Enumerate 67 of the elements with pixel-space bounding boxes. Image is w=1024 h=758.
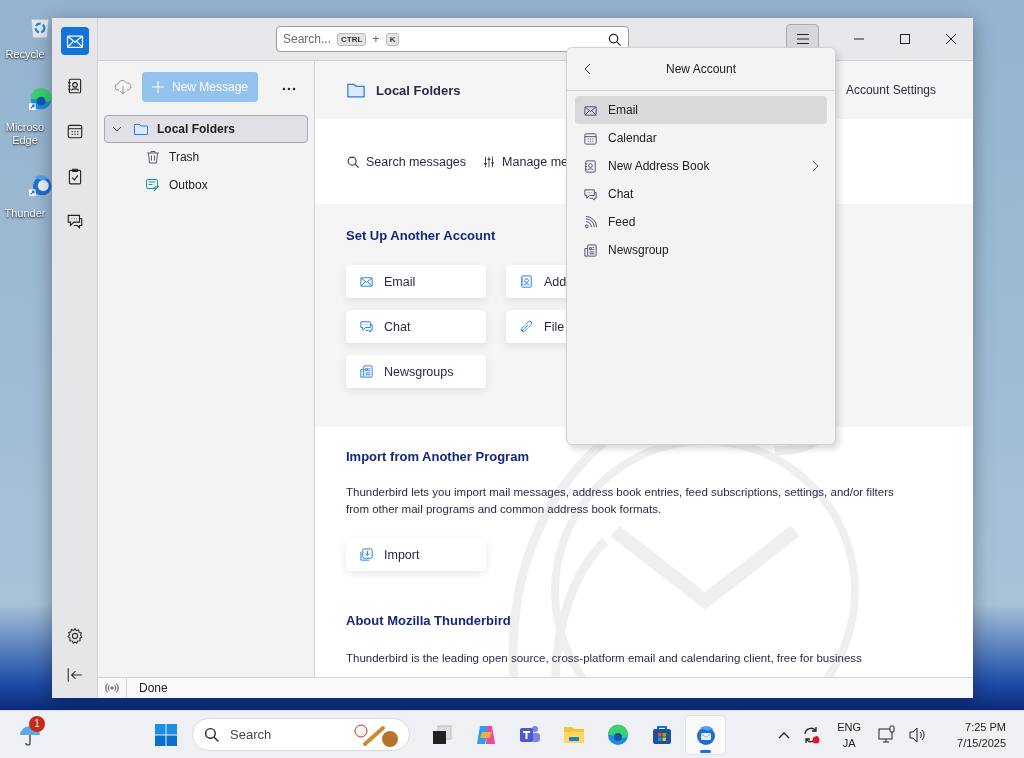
sliders-icon xyxy=(482,154,497,169)
plus-icon xyxy=(152,81,164,93)
language-indicator[interactable]: ENG JA xyxy=(837,718,862,751)
account-title: Local Folders xyxy=(376,82,461,98)
calendar-icon xyxy=(65,122,84,140)
section-heading: Import from Another Program xyxy=(346,449,530,464)
calendar-icon xyxy=(583,130,598,146)
status-text: Done xyxy=(138,681,168,695)
folder-icon xyxy=(133,121,149,137)
contact-book-icon xyxy=(65,77,84,95)
menu-item[interactable]: Newsgroup xyxy=(575,236,827,264)
cloud-download-icon[interactable] xyxy=(114,79,132,95)
search-messages-button[interactable]: Search messages xyxy=(346,154,467,169)
keyboard-key: K xyxy=(385,32,400,46)
section-heading: Set Up Another Account xyxy=(346,228,497,243)
close-icon xyxy=(945,33,957,45)
network-icon[interactable] xyxy=(877,724,898,745)
newspaper-icon xyxy=(583,242,598,258)
menu-item[interactable]: Chat xyxy=(575,180,827,208)
search-field[interactable]: Search... CTRL + K xyxy=(276,26,630,52)
search-icon xyxy=(203,726,220,743)
mail-space-button[interactable] xyxy=(60,27,89,55)
notification-badge: 1 xyxy=(29,715,45,732)
menu-title: New Account xyxy=(665,62,736,76)
chat-bubbles-icon xyxy=(583,186,598,202)
folder-item[interactable]: Trash xyxy=(104,143,308,171)
baseball-drawing xyxy=(353,721,399,748)
collapse-icon xyxy=(65,666,84,684)
newspaper-icon xyxy=(359,364,374,379)
menu-icon xyxy=(795,33,810,45)
link-icon xyxy=(519,319,534,334)
setup-option-button[interactable]: Chat xyxy=(346,310,486,343)
keyboard-key: CTRL xyxy=(337,32,367,46)
menu-item[interactable]: Email xyxy=(575,96,827,124)
account-item[interactable]: Local Folders xyxy=(104,115,308,143)
maximize-icon xyxy=(899,33,911,45)
menu-item[interactable]: New Address Book xyxy=(575,152,827,180)
menu-item[interactable]: Calendar xyxy=(575,124,827,152)
section-description: Thunderbird is the leading open source, cross-platform email and calendaring client, free for business xyxy=(346,651,863,666)
menu-item[interactable]: Feed xyxy=(575,208,827,236)
settings-icon xyxy=(65,627,84,645)
chat-bubbles-icon xyxy=(65,212,84,230)
back-icon xyxy=(583,63,593,75)
section-heading: About Mozilla Thunderbird xyxy=(346,613,512,628)
folder-item[interactable]: Outbox xyxy=(104,171,308,199)
import-button[interactable]: Import xyxy=(346,538,486,571)
account-settings-button[interactable]: Account Settings xyxy=(845,83,936,97)
feed-icon xyxy=(583,214,598,230)
chat-bubbles-icon xyxy=(359,319,374,334)
envelope-icon xyxy=(359,274,374,289)
section-description: Thunderbird lets you import mail messages, address book entries, feed subscriptions, settings, and/or filters from other mail programs and common address book formats. xyxy=(346,485,895,517)
sync-icon[interactable] xyxy=(801,724,822,745)
start-icon[interactable] xyxy=(155,723,177,746)
search-icon xyxy=(346,154,360,169)
taskbar-search-field[interactable]: Search xyxy=(192,718,410,751)
setup-option-button[interactable]: Newsgroups xyxy=(346,355,486,388)
outbox-icon xyxy=(145,177,161,193)
clock[interactable]: 7:25 PM 7/15/2025 xyxy=(957,718,1006,751)
plus-sign: + xyxy=(372,32,380,46)
trash-icon xyxy=(145,149,161,165)
search-icon xyxy=(607,31,623,47)
contact-book-icon xyxy=(519,274,534,289)
browser-icon xyxy=(605,722,630,747)
contact-book-icon xyxy=(583,158,598,174)
setup-option-button[interactable]: Email xyxy=(346,265,486,298)
import-icon xyxy=(359,547,374,562)
signal-icon xyxy=(105,681,119,695)
